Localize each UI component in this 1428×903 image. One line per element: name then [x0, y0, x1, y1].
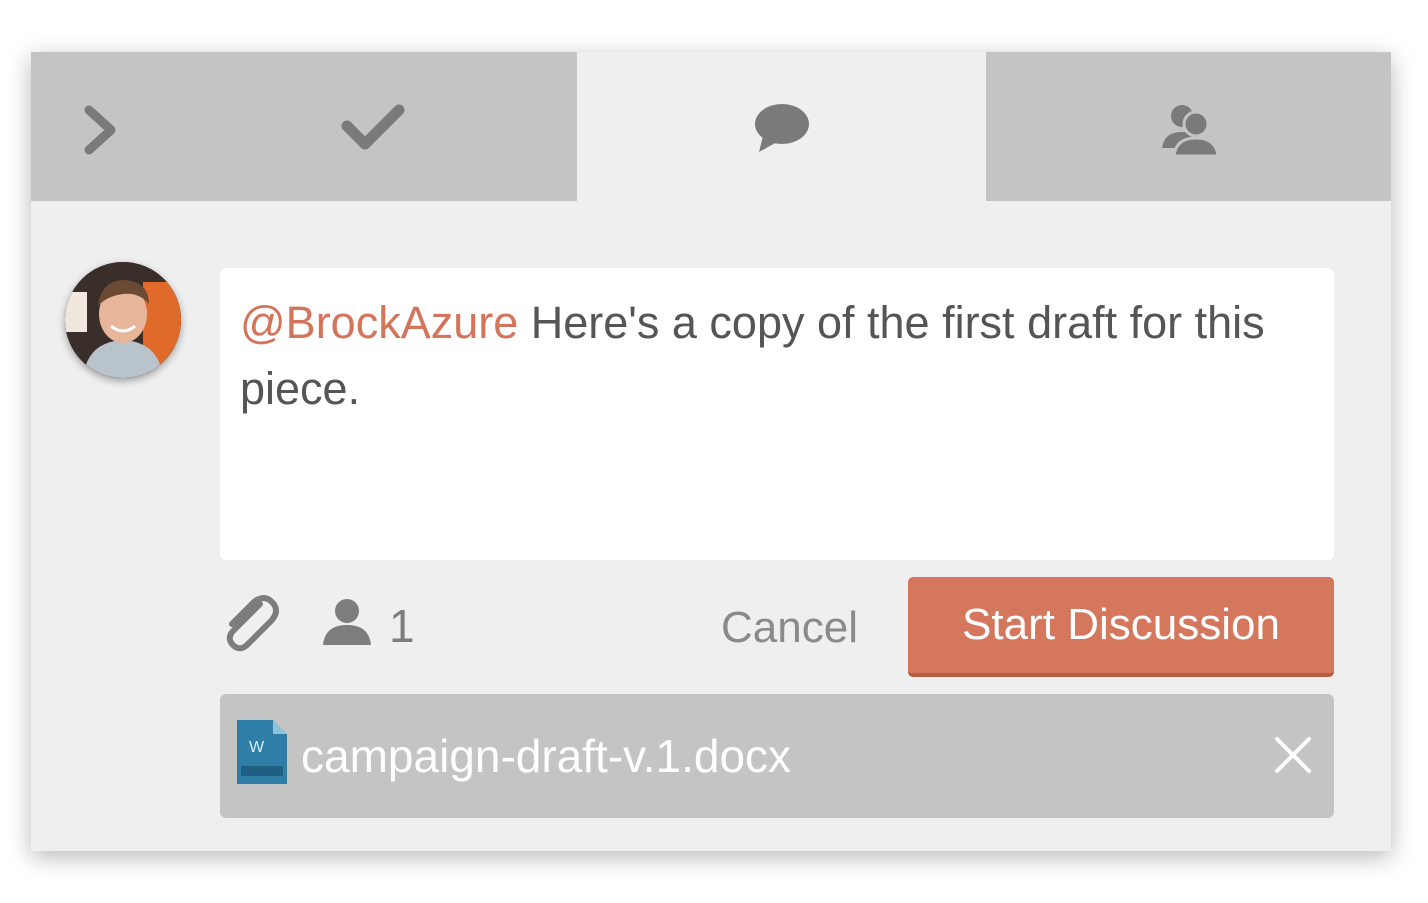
attachment-file-name: campaign-draft-v.1.docx	[301, 730, 792, 782]
participants-count: 1	[389, 600, 415, 652]
cancel-button[interactable]: Cancel	[721, 600, 858, 656]
avatar	[65, 262, 181, 378]
discussion-panel: @BrockAzure Here's a copy of the first d…	[31, 52, 1391, 851]
svg-text:W: W	[249, 739, 265, 756]
chevron-right-icon	[84, 105, 116, 155]
tab-tasks[interactable]	[161, 52, 577, 201]
close-icon[interactable]	[1274, 736, 1312, 774]
tab-bar	[31, 52, 1391, 201]
tab-collapse[interactable]	[31, 52, 161, 201]
message-input[interactable]: @BrockAzure Here's a copy of the first d…	[220, 268, 1334, 560]
mention: @BrockAzure	[240, 297, 519, 348]
speech-bubble-icon	[755, 104, 809, 152]
tab-discussion[interactable]	[577, 52, 986, 201]
users-icon	[1162, 105, 1220, 156]
paperclip-icon[interactable]	[220, 590, 280, 656]
checkmark-icon	[341, 104, 405, 150]
tab-people[interactable]	[986, 52, 1391, 201]
user-icon[interactable]	[321, 597, 373, 647]
attachment-item: W campaign-draft-v.1.docx	[220, 694, 1334, 818]
start-discussion-button[interactable]: Start Discussion	[908, 577, 1334, 677]
word-document-icon: W	[237, 720, 287, 784]
